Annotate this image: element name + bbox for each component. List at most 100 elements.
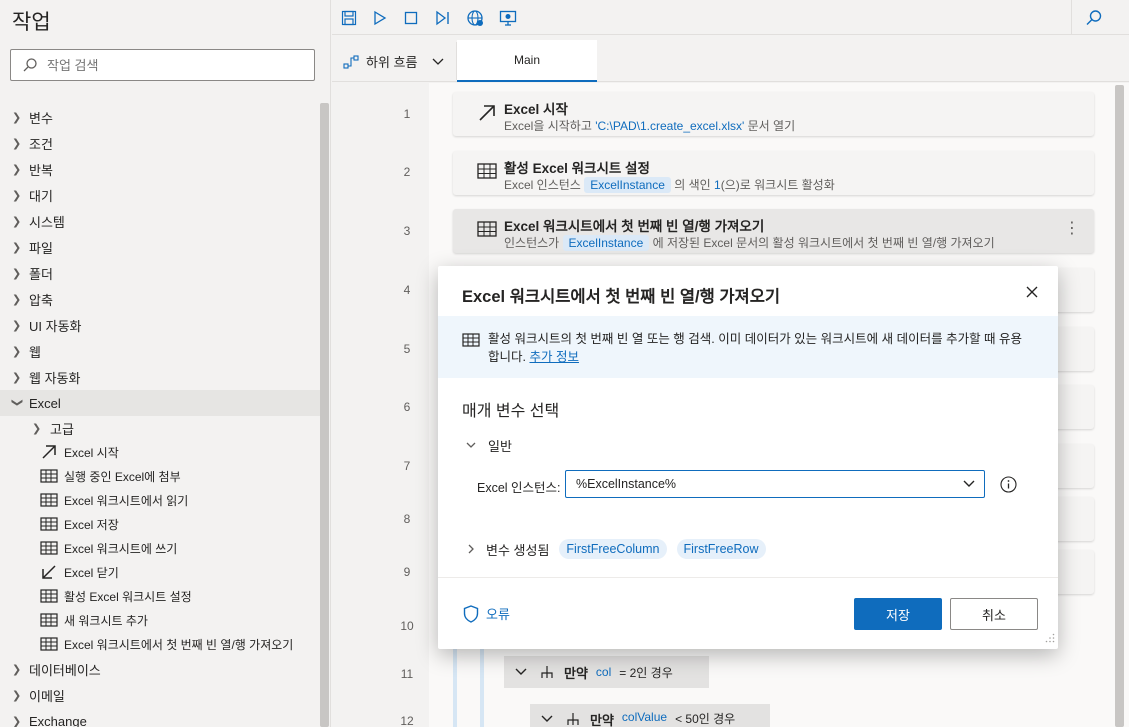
flow-step-launch-excel[interactable]: Excel 시작 Excel을 시작하고 'C:\PAD\1.create_ex…	[453, 92, 1094, 136]
canvas-scrollbar[interactable]	[1115, 85, 1124, 727]
action-search-input[interactable]	[47, 57, 297, 73]
excel-instance-dropdown[interactable]: %ExcelInstance%	[565, 470, 985, 498]
subflow-icon	[342, 53, 360, 71]
category-excel[interactable]: ❯ Excel	[0, 390, 320, 416]
step-title: Excel 워크시트에서 첫 번째 빈 열/행 가져오기	[504, 219, 765, 234]
more-info-link[interactable]: 추가 정보	[529, 350, 578, 364]
chevron-right-icon: ❯	[12, 319, 22, 332]
category-exchange[interactable]: ❯ Exchange	[0, 708, 320, 727]
category-web-automation[interactable]: ❯ 웹 자동화	[0, 364, 320, 390]
close-icon[interactable]	[1020, 280, 1044, 304]
if-variable: col	[595, 665, 612, 679]
line-number: 12	[400, 714, 414, 727]
chevron-right-icon: ❯	[12, 137, 22, 150]
chevron-right-icon: ❯	[12, 111, 22, 124]
chevron-down-icon	[962, 477, 976, 494]
excel-instance-value: %ExcelInstance%	[576, 477, 677, 491]
category-loops[interactable]: ❯ 반복	[0, 156, 320, 182]
subcategory-label: 고급	[50, 421, 74, 437]
flow-step-get-first-free-column-row[interactable]: Excel 워크시트에서 첫 번째 빈 열/행 가져오기 인스턴스가 Excel…	[453, 209, 1094, 253]
action-launch-excel[interactable]: Excel 시작	[0, 440, 320, 464]
category-label: Excel	[29, 395, 61, 411]
action-get-first-free-column-row[interactable]: Excel 워크시트에서 첫 번째 빈 열/행 가져오기	[0, 632, 320, 656]
desktop-recorder-icon[interactable]	[497, 7, 519, 29]
action-label: Excel 저장	[64, 517, 119, 532]
action-label: Excel 워크시트에 쓰기	[64, 541, 178, 556]
on-error-button[interactable]: 오류	[462, 604, 510, 623]
category-label: 압축	[29, 292, 53, 308]
action-label: 활성 Excel 워크시트 설정	[64, 589, 192, 604]
if-condition: = 2인 경우	[619, 665, 673, 680]
category-file[interactable]: ❯ 파일	[0, 234, 320, 260]
line-number: 8	[403, 512, 411, 526]
excel-grid-icon	[40, 635, 58, 653]
category-variables[interactable]: ❯ 변수	[0, 104, 320, 130]
web-recorder-icon[interactable]	[464, 7, 486, 29]
action-properties-dialog: Excel 워크시트에서 첫 번째 빈 열/행 가져오기 활성 워크시트의 첫 …	[438, 266, 1058, 649]
action-attach-excel[interactable]: 실행 중인 Excel에 첨부	[0, 464, 320, 488]
action-set-active-worksheet[interactable]: 활성 Excel 워크시트 설정	[0, 584, 320, 608]
action-save-excel[interactable]: Excel 저장	[0, 512, 320, 536]
cancel-button[interactable]: 취소	[950, 598, 1038, 630]
chevron-right-icon: ❯	[12, 267, 22, 280]
arrow-up-right-icon	[40, 443, 58, 461]
chevron-right-icon[interactable]	[462, 540, 480, 558]
sidebar-scrollbar[interactable]	[320, 103, 329, 727]
save-icon[interactable]	[338, 7, 360, 29]
category-wait[interactable]: ❯ 대기	[0, 182, 320, 208]
chevron-right-icon: ❯	[12, 663, 22, 676]
variable-chip-first-free-row[interactable]: FirstFreeRow	[676, 539, 766, 559]
run-icon[interactable]	[369, 7, 391, 29]
action-label: 실행 중인 Excel에 첨부	[64, 469, 181, 484]
line-number: 11	[400, 667, 414, 681]
action-search-box[interactable]	[10, 49, 315, 81]
desc-path: 'C:\PAD\1.create_excel.xlsx'	[595, 119, 745, 133]
resize-grip-icon[interactable]	[1045, 631, 1055, 646]
tab-main[interactable]: Main	[457, 40, 597, 82]
line-number: 1	[403, 107, 411, 121]
variable-chip-first-free-column[interactable]: FirstFreeColumn	[559, 539, 667, 559]
chevron-right-icon: ❯	[12, 215, 22, 228]
excel-instance-label: Excel 인스턴스:	[477, 481, 561, 495]
subcategory-excel-advanced[interactable]: ❯ 고급	[0, 416, 320, 440]
category-ui-automation[interactable]: ❯ UI 자동화	[0, 312, 320, 338]
dialog-info-banner: 활성 워크시트의 첫 번째 빈 열 또는 행 검색. 이미 데이터가 있는 워크…	[438, 316, 1058, 378]
general-group-toggle[interactable]: 일반	[462, 436, 512, 455]
actions-pane: 작업 ❯ 변수 ❯ 조건 ❯ 반복 ❯ 대기 ❯ 시스템 ❯ 파일 ❯ 폴더 ❯ 압축 ❯ UI …	[0, 0, 331, 727]
action-label: 새 워크시트 추가	[64, 613, 148, 628]
excel-grid-icon	[40, 515, 58, 533]
stop-icon[interactable]	[400, 7, 422, 29]
variable-chip: ExcelInstance	[584, 177, 671, 193]
category-folder[interactable]: ❯ 폴더	[0, 260, 320, 286]
category-label: Exchange	[29, 713, 87, 727]
excel-grid-icon	[40, 611, 58, 629]
action-read-worksheet[interactable]: Excel 워크시트에서 읽기	[0, 488, 320, 512]
chevron-down-icon: ❯	[11, 397, 23, 407]
flow-step-set-active-worksheet[interactable]: 활성 Excel 워크시트 설정 Excel 인스턴스 ExcelInstanc…	[453, 151, 1094, 195]
action-close-excel[interactable]: Excel 닫기	[0, 560, 320, 584]
chevron-down-icon	[462, 437, 480, 455]
category-label: UI 자동화	[29, 318, 82, 334]
category-email[interactable]: ❯ 이메일	[0, 682, 320, 708]
flow-step-if-col[interactable]: 만약 col = 2인 경우	[504, 656, 709, 688]
designer-toolbar	[332, 0, 1129, 35]
category-system[interactable]: ❯ 시스템	[0, 208, 320, 234]
save-button[interactable]: 저장	[854, 598, 942, 630]
category-database[interactable]: ❯ 데이터베이스	[0, 656, 320, 682]
excel-grid-icon	[40, 467, 58, 485]
line-number: 7	[403, 459, 411, 473]
flow-step-if-colvalue[interactable]: 만약 colValue < 50인 경우	[530, 704, 770, 727]
action-write-worksheet[interactable]: Excel 워크시트에 쓰기	[0, 536, 320, 560]
info-icon[interactable]	[1000, 476, 1017, 496]
more-options-icon[interactable]: ⋮	[1064, 221, 1080, 237]
arrow-up-right-icon	[477, 103, 497, 126]
action-add-worksheet[interactable]: 새 워크시트 추가	[0, 608, 320, 632]
category-web[interactable]: ❯ 웹	[0, 338, 320, 364]
category-conditionals[interactable]: ❯ 조건	[0, 130, 320, 156]
subflows-dropdown[interactable]: 하위 흐름	[342, 52, 447, 71]
step-icon[interactable]	[432, 7, 454, 29]
subflows-label: 하위 흐름	[366, 55, 418, 70]
category-compression[interactable]: ❯ 압축	[0, 286, 320, 312]
search-icon[interactable]	[1083, 7, 1105, 29]
line-number: 4	[403, 283, 411, 297]
